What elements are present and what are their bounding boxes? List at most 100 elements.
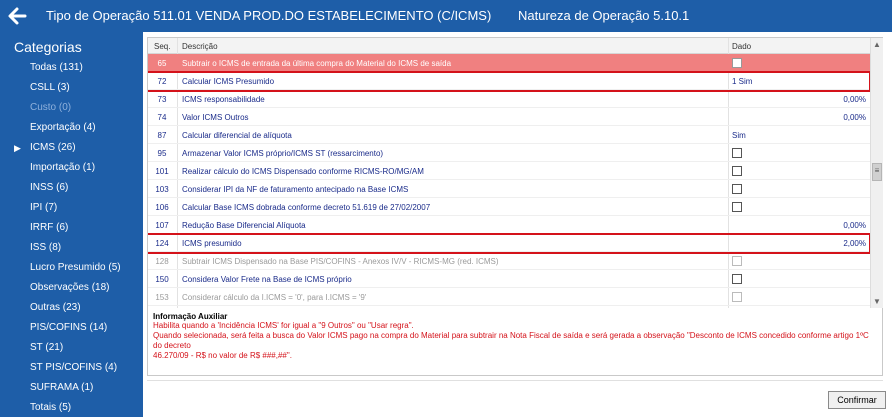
vertical-scrollbar[interactable]: ▲ ≡ ▼ xyxy=(870,38,883,308)
sidebar-title: Categorias xyxy=(14,39,82,55)
row-value[interactable]: 0,00% xyxy=(843,113,866,122)
category-item[interactable]: Lucro Presumido (5) xyxy=(0,258,143,278)
row-seq: 95 xyxy=(157,149,167,158)
category-item[interactable]: ST PIS/COFINS (4) xyxy=(0,358,143,378)
category-label: IRRF (6) xyxy=(30,222,69,233)
category-label: ISS (8) xyxy=(30,242,62,253)
category-label: Lucro Presumido (5) xyxy=(30,262,121,273)
row-checkbox[interactable] xyxy=(732,184,742,194)
category-label: ICMS (26) xyxy=(30,142,76,153)
table-row[interactable]: 73 ICMS responsabilidade 0,00% xyxy=(148,90,870,108)
category-item[interactable]: Exportação (4) xyxy=(0,118,143,138)
category-item-selected[interactable]: ▶ ICMS (26) xyxy=(0,138,143,158)
scroll-down-icon[interactable]: ▼ xyxy=(873,297,881,306)
row-value[interactable]: 1 Sim xyxy=(732,77,752,86)
parameters-panel: Seq. Descrição Dado 65 Subtrair o ICMS d… xyxy=(147,37,883,376)
table-row[interactable]: 87 Calcular diferencial de alíquota Sim xyxy=(148,126,870,144)
row-value[interactable]: 0,00% xyxy=(843,221,866,230)
table-row[interactable]: 101 Realizar cálculo do ICMS Dispensado … xyxy=(148,162,870,180)
info-text: Habilita quando a 'Incidência ICMS' for … xyxy=(153,321,414,330)
row-description: Realizar cálculo do ICMS Dispensado conf… xyxy=(182,167,424,176)
table-row[interactable]: 95 Armazenar Valor ICMS próprio/ICMS ST … xyxy=(148,144,870,162)
category-item[interactable]: ST (21) xyxy=(0,338,143,358)
category-item[interactable]: CSLL (3) xyxy=(0,78,143,98)
table-row[interactable]: 150 Considera Valor Frete na Base de ICM… xyxy=(148,270,870,288)
row-seq: 87 xyxy=(157,131,167,140)
back-arrow-icon[interactable] xyxy=(6,5,28,27)
row-seq: 65 xyxy=(157,59,167,68)
operation-title: Tipo de Operação 511.01 VENDA PROD.DO ES… xyxy=(46,8,492,23)
row-checkbox[interactable] xyxy=(732,166,742,176)
category-item[interactable]: Todas (131) xyxy=(0,58,143,78)
category-label: SUFRAMA (1) xyxy=(30,382,94,393)
category-label: Totais (5) xyxy=(30,402,72,413)
category-item[interactable]: Outras (23) xyxy=(0,298,143,318)
row-description: Calcular Base ICMS dobrada conforme decr… xyxy=(182,203,431,212)
row-checkbox[interactable] xyxy=(732,148,742,158)
row-value[interactable]: Sim xyxy=(732,131,746,140)
row-seq: 73 xyxy=(157,95,167,104)
table-row[interactable]: 107 Redução Base Diferencial Alíquota 0,… xyxy=(148,216,870,234)
category-item[interactable]: IRRF (6) xyxy=(0,218,143,238)
table-row[interactable]: 65 Subtrair o ICMS de entrada da última … xyxy=(148,54,870,72)
row-description: Considera Valor Frete na Base de ICMS pr… xyxy=(182,275,352,284)
scroll-up-icon[interactable]: ▲ xyxy=(873,40,881,49)
row-description: ICMS presumido xyxy=(182,239,242,248)
table-row[interactable]: 72 Calcular ICMS Presumido 1 Sim xyxy=(148,72,870,90)
category-item[interactable]: SUFRAMA (1) xyxy=(0,378,143,398)
category-item[interactable]: PIS/COFINS (14) xyxy=(0,318,143,338)
category-label: INSS (6) xyxy=(30,182,69,193)
row-description: Subtrair ICMS Dispensado na Base PIS/COF… xyxy=(182,257,499,266)
row-value[interactable]: 0,00% xyxy=(843,95,866,104)
category-label: Exportação (4) xyxy=(30,122,96,133)
row-description: Valor ICMS Outros xyxy=(182,113,249,122)
table-row[interactable]: 106 Calcular Base ICMS dobrada conforme … xyxy=(148,198,870,216)
category-item[interactable]: Totais (5) xyxy=(0,398,143,418)
row-checkbox[interactable] xyxy=(732,274,742,284)
info-text: Quando selecionada, será feita a busca d… xyxy=(153,331,869,350)
confirm-button[interactable]: Confirmar xyxy=(828,391,886,409)
row-checkbox[interactable] xyxy=(732,58,742,68)
category-item[interactable]: ISS (8) xyxy=(0,238,143,258)
column-header-description[interactable]: Descrição xyxy=(182,42,218,51)
footer-divider xyxy=(147,380,883,381)
row-description: ICMS responsabilidade xyxy=(182,95,265,104)
category-label: ST (21) xyxy=(30,342,64,353)
row-description: Considerar IPI da NF de faturamento ante… xyxy=(182,185,409,194)
column-header-seq[interactable]: Seq. xyxy=(154,42,170,51)
category-label: CSLL (3) xyxy=(30,82,70,93)
row-description: Considerar cálculo da I.ICMS = '0', para… xyxy=(182,293,367,302)
category-item: Custo (0) xyxy=(0,98,143,118)
nature-title: Natureza de Operação 5.10.1 xyxy=(518,8,690,23)
column-header-value[interactable]: Dado xyxy=(732,42,751,51)
row-description: Calcular ICMS Presumido xyxy=(182,77,275,86)
table-row: 153 Considerar cálculo da I.ICMS = '0', … xyxy=(148,288,870,306)
table-row[interactable]: 103 Considerar IPI da NF de faturamento … xyxy=(148,180,870,198)
row-seq: 150 xyxy=(155,275,169,284)
row-seq: 107 xyxy=(155,221,169,230)
row-value[interactable]: 2,00% xyxy=(843,239,866,248)
category-item[interactable]: Importação (1) xyxy=(0,158,143,178)
row-seq: 74 xyxy=(157,113,167,122)
selected-arrow-icon: ▶ xyxy=(14,143,21,153)
title-bar: Tipo de Operação 511.01 VENDA PROD.DO ES… xyxy=(0,0,892,32)
grid-header: Seq. Descrição Dado xyxy=(148,38,870,54)
category-label: Outras (23) xyxy=(30,302,81,313)
category-item[interactable]: INSS (6) xyxy=(0,178,143,198)
parameters-grid: Seq. Descrição Dado 65 Subtrair o ICMS d… xyxy=(148,38,870,308)
table-row: 128 Subtrair ICMS Dispensado na Base PIS… xyxy=(148,252,870,270)
table-row[interactable]: 74 Valor ICMS Outros 0,00% xyxy=(148,108,870,126)
info-title: Informação Auxiliar xyxy=(153,312,228,321)
row-description: Calcular diferencial de alíquota xyxy=(182,131,292,140)
scroll-thumb[interactable]: ≡ xyxy=(872,163,882,181)
category-item[interactable]: Observações (18) xyxy=(0,278,143,298)
row-seq: 101 xyxy=(155,167,169,176)
row-seq: 103 xyxy=(155,185,169,194)
row-checkbox[interactable] xyxy=(732,202,742,212)
table-row[interactable]: 124 ICMS presumido 2,00% xyxy=(148,234,870,252)
row-seq: 124 xyxy=(155,239,169,248)
row-seq: 106 xyxy=(155,203,169,212)
category-item[interactable]: IPI (7) xyxy=(0,198,143,218)
row-seq: 128 xyxy=(155,257,169,266)
row-description: Redução Base Diferencial Alíquota xyxy=(182,221,306,230)
